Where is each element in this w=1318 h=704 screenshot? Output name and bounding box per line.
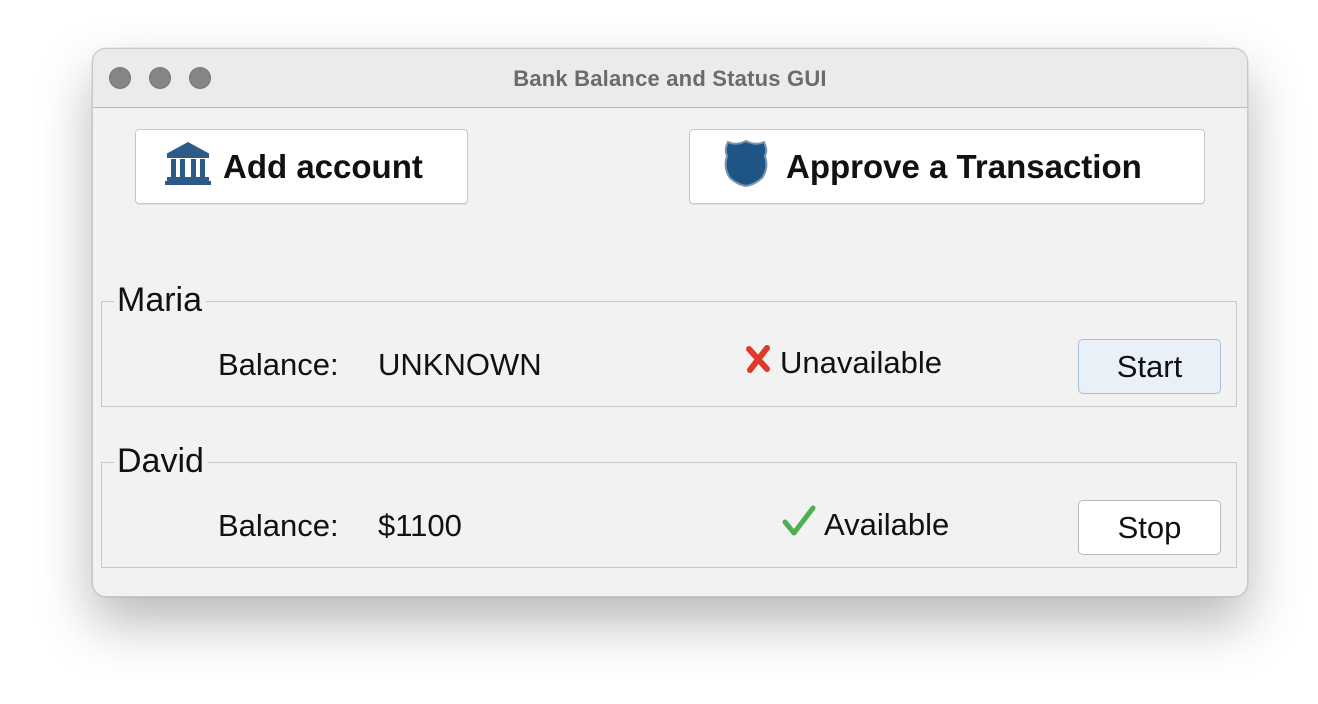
account-name: David (114, 441, 208, 481)
account-panel-david: David Balance: $1100 Available Stop (101, 441, 1237, 568)
account-name: Maria (114, 280, 207, 320)
stop-button[interactable]: Stop (1078, 500, 1221, 555)
window-title: Bank Balance and Status GUI (513, 66, 827, 91)
x-mark-icon (744, 344, 772, 382)
add-account-label: Add account (223, 147, 423, 185)
status-text: Unavailable (780, 345, 942, 380)
account-panel-maria: Maria Balance: UNKNOWN Unavailable Start (101, 280, 1237, 407)
app-window: Bank Balance and Status GUI Add account … (92, 48, 1248, 597)
status-indicator: Unavailable (744, 344, 942, 382)
approve-transaction-label: Approve a Transaction (786, 147, 1142, 185)
approve-transaction-button[interactable]: Approve a Transaction (689, 129, 1205, 204)
title-bar: Bank Balance and Status GUI (93, 49, 1247, 108)
balance-label: Balance: (218, 347, 339, 382)
bank-icon (163, 140, 213, 194)
balance-value: UNKNOWN (378, 347, 542, 382)
balance-value: $1100 (378, 508, 462, 543)
shield-icon (722, 138, 770, 196)
check-mark-icon (782, 505, 816, 545)
add-account-button[interactable]: Add account (135, 129, 468, 204)
status-text: Available (824, 507, 950, 542)
balance-label: Balance: (218, 508, 339, 543)
status-indicator: Available (782, 505, 949, 545)
start-button[interactable]: Start (1078, 339, 1221, 394)
